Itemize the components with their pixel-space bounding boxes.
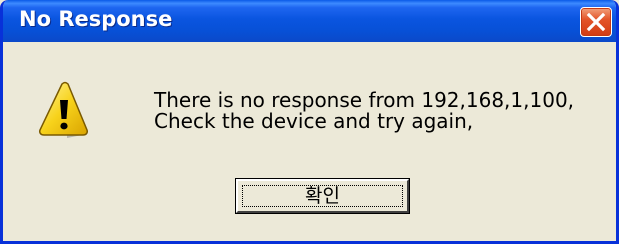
close-button[interactable] <box>580 7 612 37</box>
message-text: There is no response from 192,168,1,100,… <box>154 90 574 132</box>
ok-button-label: 확인 <box>305 185 340 207</box>
warning-icon <box>39 81 88 138</box>
dialog-window: No Response There is no response from 19… <box>0 0 619 244</box>
close-icon <box>586 12 606 32</box>
title-bar[interactable]: No Response <box>3 0 616 42</box>
message-line-1: There is no response from 192,168,1,100, <box>154 88 575 112</box>
message-line-2: Check the device and try again, <box>154 109 474 133</box>
ok-button[interactable]: 확인 <box>236 179 409 213</box>
window-title: No Response <box>19 7 173 31</box>
